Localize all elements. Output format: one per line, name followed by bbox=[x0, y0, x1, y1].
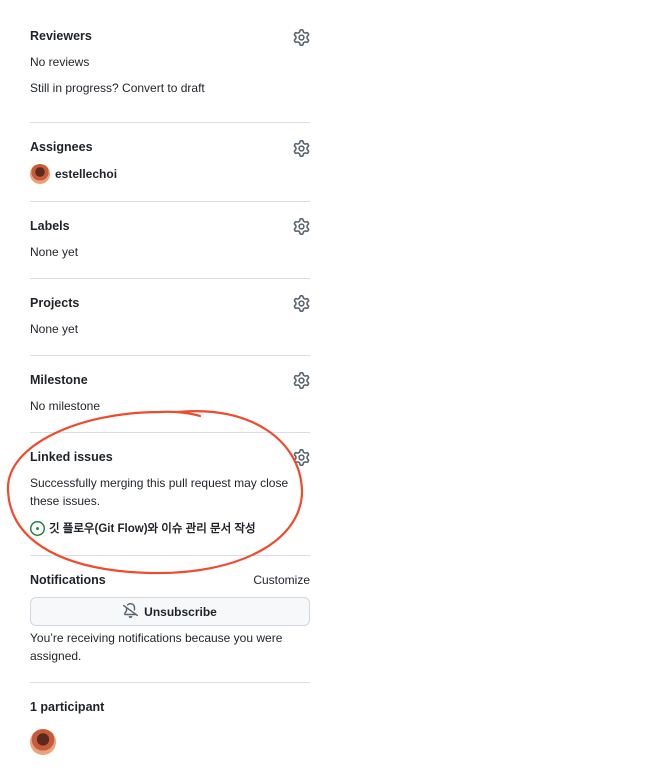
divider bbox=[30, 278, 310, 279]
assignee-username[interactable]: estellechoi bbox=[55, 167, 117, 181]
labels-title[interactable]: Labels bbox=[30, 219, 70, 233]
linked-issues-description: Successfully merging this pull request m… bbox=[30, 476, 289, 508]
assignees-title[interactable]: Assignees bbox=[30, 140, 93, 154]
linked-issues-title[interactable]: Linked issues bbox=[30, 450, 113, 464]
labels-value: None yet bbox=[30, 245, 79, 259]
notifications-reason: You’re receiving notifications because y… bbox=[30, 631, 283, 663]
assignees-gear-icon[interactable] bbox=[293, 140, 310, 157]
reviewers-gear-icon[interactable] bbox=[293, 29, 310, 46]
milestone-value: No milestone bbox=[30, 399, 101, 413]
divider bbox=[30, 682, 310, 683]
divider bbox=[30, 555, 310, 556]
convert-to-draft-link[interactable]: Still in progress? Convert to draft bbox=[30, 81, 205, 95]
projects-gear-icon[interactable] bbox=[293, 295, 310, 312]
divider bbox=[30, 432, 310, 433]
unsubscribe-button[interactable]: Unsubscribe bbox=[30, 597, 310, 626]
milestone-gear-icon[interactable] bbox=[293, 372, 310, 389]
linked-issue-title[interactable]: 깃 플로우(Git Flow)와 이슈 관리 문서 작성 bbox=[49, 520, 256, 536]
linked-issues-gear-icon[interactable] bbox=[293, 449, 310, 466]
bell-slash-icon bbox=[123, 602, 139, 621]
reviewers-status: No reviews bbox=[30, 55, 90, 69]
labels-gear-icon[interactable] bbox=[293, 218, 310, 235]
assignee-item[interactable]: estellechoi bbox=[30, 164, 117, 184]
issue-opened-icon bbox=[30, 520, 45, 536]
unsubscribe-label: Unsubscribe bbox=[144, 604, 217, 619]
linked-issue-item[interactable]: 깃 플로우(Git Flow)와 이슈 관리 문서 작성 bbox=[30, 520, 256, 536]
projects-title[interactable]: Projects bbox=[30, 296, 79, 310]
customize-notifications-link[interactable]: Customize bbox=[253, 573, 310, 587]
avatar[interactable] bbox=[30, 164, 50, 184]
milestone-title[interactable]: Milestone bbox=[30, 373, 88, 387]
divider bbox=[30, 201, 310, 202]
divider bbox=[30, 355, 310, 356]
divider bbox=[30, 122, 310, 123]
reviewers-title[interactable]: Reviewers bbox=[30, 29, 92, 43]
participants-title: 1 participant bbox=[30, 700, 105, 714]
participant-avatar[interactable] bbox=[30, 729, 56, 755]
projects-value: None yet bbox=[30, 322, 79, 336]
notifications-title: Notifications bbox=[30, 573, 106, 587]
